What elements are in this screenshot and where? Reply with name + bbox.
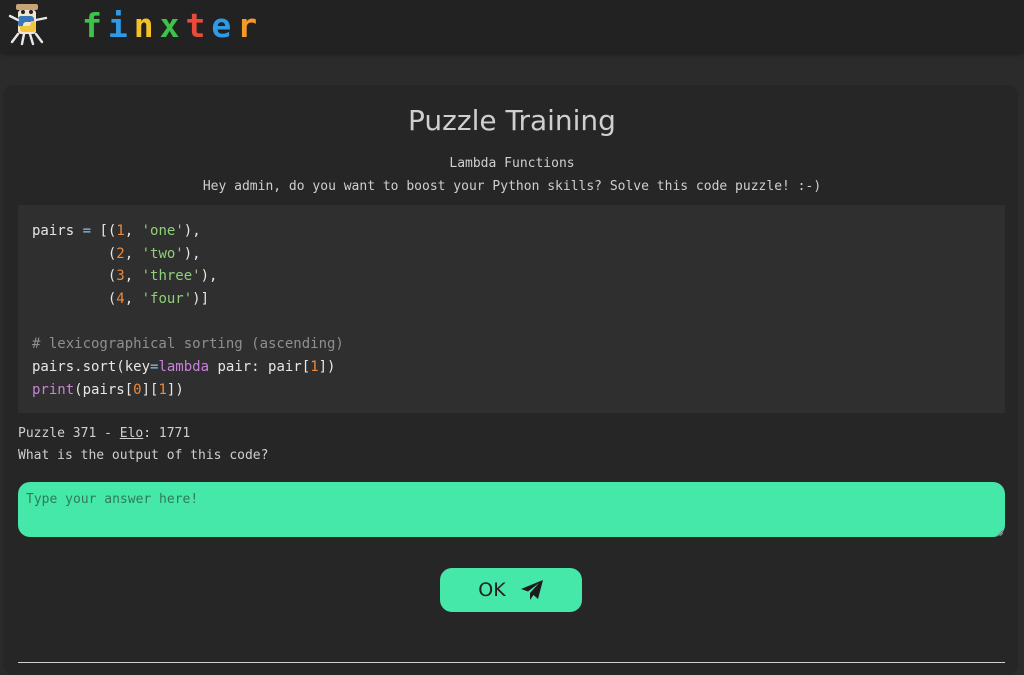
code-line: print(pairs[0][1]) [32, 379, 991, 402]
elo-link[interactable]: Elo [120, 426, 143, 441]
brand-letter: e [211, 6, 238, 45]
question-text: What is the output of this code? [18, 448, 269, 463]
answer-input[interactable] [18, 482, 1005, 537]
puzzle-topic: Lambda Functions [449, 156, 575, 171]
code-token: 3 [116, 268, 125, 285]
ok-button-label: OK [478, 579, 506, 601]
brand-letter: r [237, 6, 264, 45]
code-token: [( [91, 223, 117, 239]
code-token: 1 [158, 381, 167, 398]
code-token: )] [192, 291, 210, 308]
code-line: (2, 'two'), [32, 243, 991, 266]
code-token: = [82, 223, 92, 239]
brand-letter: x [159, 6, 186, 45]
python-mascot-icon[interactable] [4, 2, 60, 48]
code-token: , [124, 245, 142, 262]
ok-submit-button[interactable]: OK [440, 568, 582, 612]
brand-letter: f [82, 6, 108, 45]
code-token: , [124, 291, 142, 308]
finxter-logo[interactable]: finxter [82, 6, 263, 46]
code-token: pairs.sort(key [32, 359, 151, 376]
code-token: lambda [158, 359, 210, 376]
code-token: 'four' [141, 291, 193, 308]
code-line: pairs.sort(key=lambda pair: pair[1]) [32, 356, 991, 379]
paper-plane-icon [520, 580, 543, 600]
code-line: pairs = [(1, 'one'), [32, 220, 991, 243]
code-token: ), [183, 223, 201, 239]
code-token: , [124, 268, 142, 285]
code-token: # lexicographical sorting (ascending) [32, 336, 344, 353]
code-token: 'one' [141, 223, 184, 239]
code-token: print [32, 381, 75, 398]
code-token: ]) [166, 381, 184, 398]
code-line: # lexicographical sorting (ascending) [32, 333, 991, 356]
elo-rating: : 1771 [143, 426, 191, 441]
code-token: ( [32, 268, 117, 285]
page-title: Puzzle Training [408, 104, 616, 137]
code-token: 'two' [141, 245, 184, 262]
code-block: pairs = [(1, 'one'), (2, 'two'), (3, 'th… [18, 205, 1005, 413]
code-token: pair: pair[ [209, 359, 311, 376]
puzzle-meta: Puzzle 371 - Elo: 1771 [18, 425, 190, 443]
code-token: 'three' [141, 268, 201, 285]
code-token: ), [200, 268, 218, 285]
code-token: ]) [318, 359, 336, 376]
brand-letter: t [185, 6, 212, 45]
top-navigation-bar: finxter [0, 0, 1024, 52]
code-token: 2 [116, 245, 125, 262]
puzzle-number: Puzzle 371 - [18, 426, 120, 441]
code-token: 1 [310, 359, 319, 376]
code-token: 0 [133, 381, 142, 398]
code-line: (3, 'three'), [32, 265, 991, 288]
code-token: 1 [116, 223, 125, 239]
code-token: ( [32, 291, 117, 308]
code-token: ( [32, 245, 117, 262]
code-token: (pairs[ [74, 381, 134, 398]
brand-letter: i [107, 6, 134, 45]
brand-letter: n [133, 6, 160, 45]
code-token: , [124, 223, 142, 239]
resize-grip-icon[interactable] [995, 528, 1003, 536]
code-line: (4, 'four')] [32, 288, 991, 311]
code-token: 4 [116, 291, 125, 308]
footer-divider [18, 662, 1005, 663]
code-token: ][ [141, 381, 159, 398]
code-token: ), [183, 245, 201, 262]
intro-text: Hey admin, do you want to boost your Pyt… [202, 179, 822, 194]
code-token: pairs [32, 223, 83, 239]
